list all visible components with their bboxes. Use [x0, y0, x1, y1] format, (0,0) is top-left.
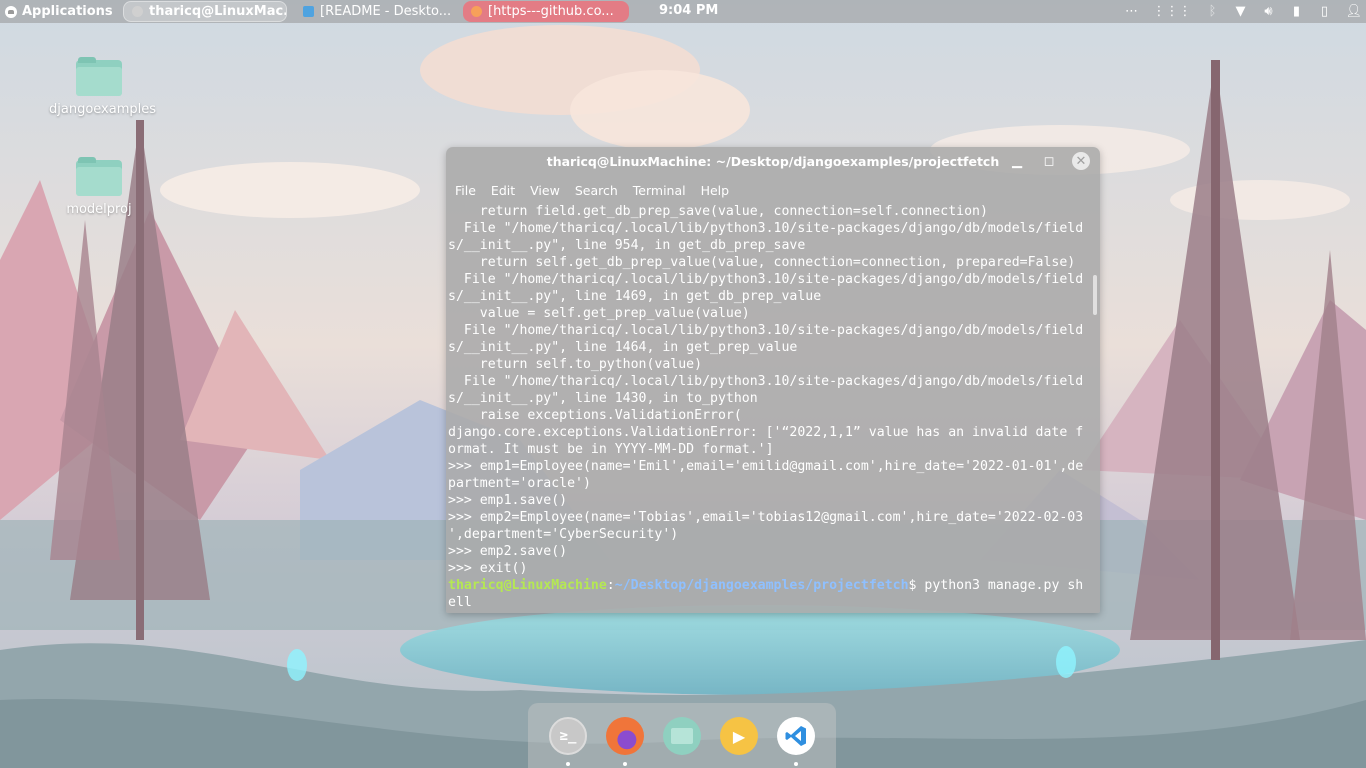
menu-edit[interactable]: Edit — [491, 183, 515, 198]
terminal-window[interactable]: tharicq@LinuxMachine: ~/Desktop/djangoex… — [446, 147, 1100, 613]
bluetooth-icon[interactable]: ᛒ — [1205, 4, 1219, 19]
volume-icon[interactable]: 🔊︎ — [1261, 4, 1275, 19]
desktop-folder-modelproj[interactable]: modelproj — [49, 157, 149, 217]
desktop-icon-label: modelproj — [66, 202, 132, 217]
running-indicator — [794, 762, 798, 766]
terminal-icon[interactable]: ≥_ — [549, 717, 587, 755]
more-icon[interactable]: ⋯ — [1124, 4, 1138, 19]
terminal-menubar: File Edit View Search Terminal Help — [446, 177, 1100, 203]
terminal-small-icon — [132, 6, 143, 17]
terminal-scrollbar[interactable] — [1093, 275, 1097, 315]
taskbar-item-terminal[interactable]: tharicq@LinuxMac... — [123, 1, 287, 22]
dock: ≥_ ▶ — [528, 703, 836, 768]
clipboard-icon[interactable]: ▯ — [1317, 4, 1331, 19]
prompt-user-host: tharicq@LinuxMachine — [448, 578, 607, 593]
terminal-line: s/__init__.py", line 1469, in get_db_pre… — [448, 289, 822, 304]
running-indicator — [623, 762, 627, 766]
menu-search[interactable]: Search — [575, 183, 618, 198]
terminal-line: raise exceptions.ValidationError( — [448, 408, 742, 423]
maximize-button[interactable]: ◻ — [1040, 152, 1058, 170]
folder-glyph — [671, 728, 693, 744]
applications-menu[interactable]: Applications — [0, 4, 123, 19]
terminal-line: >>> exit() — [448, 561, 528, 576]
minimize-icon: ▁ — [1012, 153, 1022, 169]
terminal-line: s/__init__.py", line 1464, in get_prep_v… — [448, 340, 798, 355]
running-indicator — [566, 762, 570, 766]
media-player-icon[interactable]: ▶ — [720, 717, 758, 755]
taskbar-item-label: [https---github.co... — [488, 4, 614, 19]
terminal-line: ormat. It must be in YYYY-MM-DD format.'… — [448, 442, 774, 457]
terminal-line: partment='oracle') — [448, 476, 591, 491]
applications-label: Applications — [22, 4, 113, 19]
firefox-small-icon — [471, 6, 482, 17]
prompt-path: ~/Desktop/djangoexamples/projectfetch — [614, 578, 909, 593]
grid-icon[interactable]: ⋮⋮⋮ — [1152, 4, 1191, 19]
taskbar-item-firefox[interactable]: [https---github.co... — [463, 1, 629, 22]
terminal-line: value = self.get_prep_value(value) — [448, 306, 750, 321]
shell-prompt-line: tharicq@LinuxMachine:~/Desktop/djangoexa… — [446, 577, 1100, 594]
files-icon[interactable] — [663, 717, 701, 755]
terminal-line: ',department='CyberSecurity') — [448, 527, 679, 542]
maximize-icon: ◻ — [1043, 153, 1055, 169]
minimize-button[interactable]: ▁ — [1008, 152, 1026, 170]
desktop-folder-djangoexamples[interactable]: djangoexamples — [49, 57, 157, 117]
folder-icon — [76, 57, 122, 96]
desktop-icon-label: djangoexamples — [49, 102, 157, 117]
terminal-line: return self.get_db_prep_value(value, con… — [448, 255, 1076, 270]
panel-clock[interactable]: 9:04 PM — [659, 3, 718, 18]
close-button[interactable]: ✕ — [1072, 152, 1090, 170]
prompt-dollar: $ — [908, 578, 925, 593]
taskbar-item-label: [README - Deskto... — [320, 4, 452, 19]
terminal-titlebar[interactable]: tharicq@LinuxMachine: ~/Desktop/djangoex… — [446, 147, 1100, 177]
terminal-line: s/__init__.py", line 954, in get_db_prep… — [448, 238, 806, 253]
menu-help[interactable]: Help — [701, 183, 730, 198]
battery-icon[interactable]: ▮ — [1289, 4, 1303, 19]
terminal-line: return self.to_python(value) — [448, 357, 703, 372]
close-icon: ✕ — [1075, 153, 1087, 169]
terminal-glyph: ≥_ — [559, 728, 577, 744]
firefox-icon[interactable] — [606, 717, 644, 755]
system-tray: ⋯ ⋮⋮⋮ ᛒ ▼ 🔊︎ ▮ ▯ 👤︎ — [1124, 0, 1362, 23]
folder-icon — [76, 157, 122, 196]
top-panel: Applications tharicq@LinuxMac... [README… — [0, 0, 1366, 23]
terminal-line: File "/home/tharicq/.local/lib/python3.1… — [448, 323, 1084, 338]
taskbar-item-label: tharicq@LinuxMac... — [149, 4, 287, 19]
terminal-line: File "/home/tharicq/.local/lib/python3.1… — [448, 374, 1084, 389]
terminal-line: s/__init__.py", line 1430, in to_python — [448, 391, 758, 406]
taskbar-item-vscode[interactable]: [README - Deskto... — [295, 1, 455, 22]
window-title: tharicq@LinuxMachine: ~/Desktop/djangoex… — [546, 154, 1000, 169]
terminal-line: >>> emp1=Employee(name='Emil',email='emi… — [448, 459, 1084, 474]
terminal-line: >>> emp2.save() — [448, 544, 568, 559]
wifi-icon[interactable]: ▼ — [1233, 4, 1247, 19]
terminal-output[interactable]: return field.get_db_prep_save(value, con… — [446, 203, 1100, 613]
terminal-line: File "/home/tharicq/.local/lib/python3.1… — [448, 221, 1084, 236]
terminal-line: File "/home/tharicq/.local/lib/python3.1… — [448, 272, 1084, 287]
terminal-line: django.core.exceptions.ValidationError: … — [448, 425, 1084, 440]
prompt-command: python3 manage.py sh — [924, 578, 1084, 593]
menu-file[interactable]: File — [455, 183, 476, 198]
play-glyph: ▶ — [732, 726, 746, 746]
vscode-icon[interactable] — [777, 717, 815, 755]
terminal-line: ell — [448, 595, 472, 610]
menu-terminal[interactable]: Terminal — [633, 183, 686, 198]
terminal-line: >>> emp1.save() — [448, 493, 568, 508]
applications-icon — [5, 5, 17, 18]
terminal-line: >>> emp2=Employee(name='Tobias',email='t… — [448, 510, 1084, 525]
prompt-separator: : — [606, 578, 615, 593]
terminal-line: return field.get_db_prep_save(value, con… — [448, 204, 988, 219]
menu-view[interactable]: View — [530, 183, 560, 198]
vscode-small-icon — [303, 6, 314, 17]
user-icon[interactable]: 👤︎ — [1345, 4, 1362, 19]
vscode-logo — [785, 726, 806, 746]
